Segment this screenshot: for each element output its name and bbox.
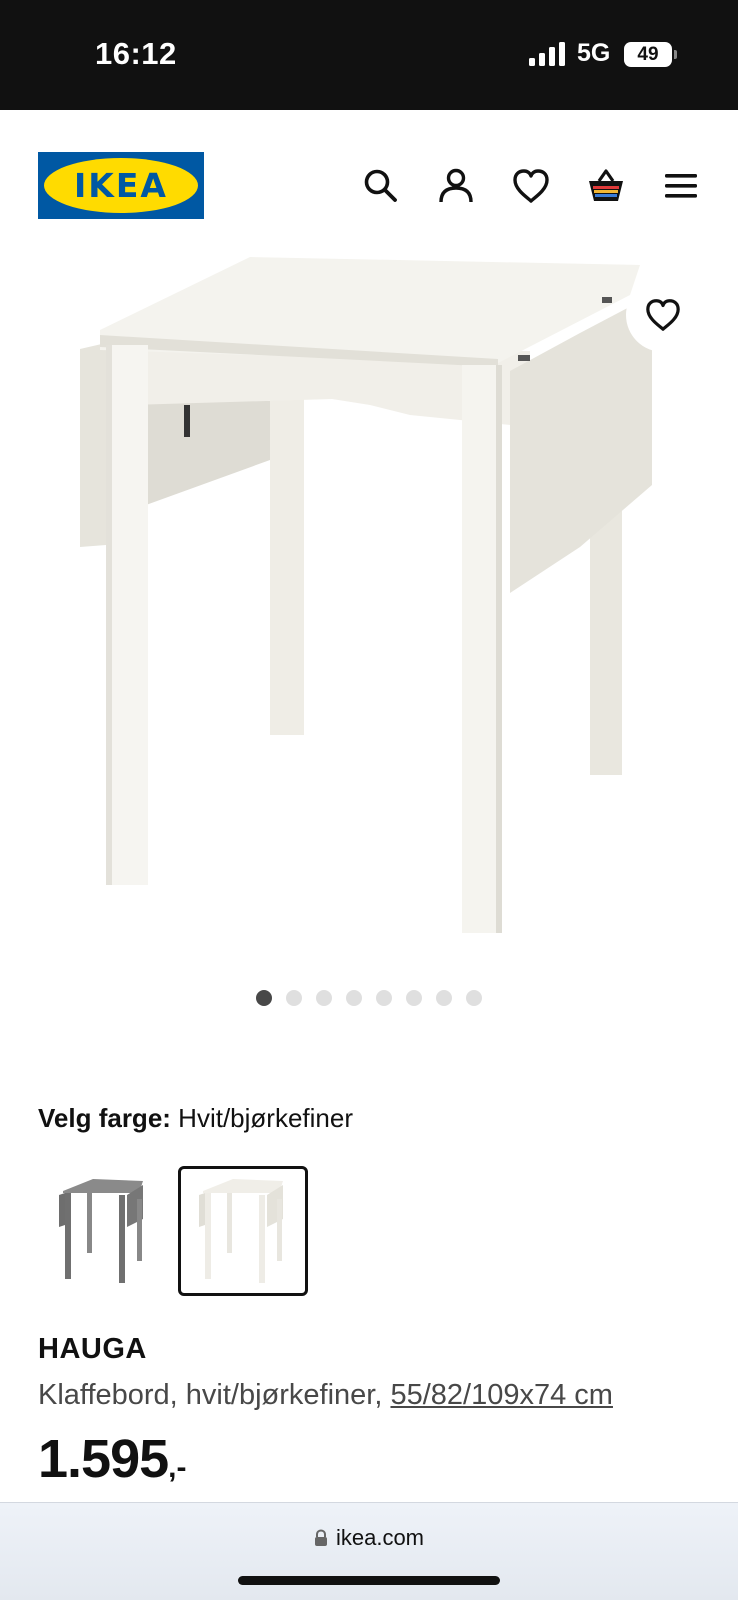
ikea-logo[interactable]: IKEA — [38, 152, 204, 219]
account-icon[interactable] — [437, 167, 475, 205]
pagination-dot[interactable] — [436, 990, 452, 1006]
heart-icon — [646, 299, 680, 331]
logo-text: IKEA — [74, 166, 168, 205]
home-indicator[interactable] — [238, 1576, 500, 1585]
color-option-white[interactable] — [178, 1166, 308, 1296]
url-text: ikea.com — [335, 1525, 425, 1550]
white-table-thumbnail — [199, 1179, 283, 1283]
network-type: 5G — [577, 39, 611, 67]
menu-icon[interactable] — [662, 167, 700, 205]
price-suffix: ,- — [168, 1451, 187, 1484]
add-to-favourites-button[interactable] — [626, 278, 700, 352]
battery-icon: 49 — [624, 42, 672, 67]
pagination-dot[interactable] — [376, 990, 392, 1006]
product-description: Klaffebord, hvit/bjørkefiner, 55/82/109x… — [38, 1379, 613, 1412]
grey-table-thumbnail — [59, 1179, 143, 1283]
search-icon[interactable] — [362, 167, 400, 205]
pagination-dot[interactable] — [406, 990, 422, 1006]
pagination-dot[interactable] — [316, 990, 332, 1006]
pagination-dot[interactable] — [346, 990, 362, 1006]
site-header: IKEA — [0, 110, 738, 255]
battery-cap — [674, 50, 677, 59]
browser-address-bar[interactable]: ikea.com — [0, 1502, 738, 1600]
pagination-dot[interactable] — [466, 990, 482, 1006]
color-selection-label: Velg farge: Hvit/bjørkefiner — [38, 1103, 353, 1134]
signal-icon — [529, 42, 565, 66]
pagination-dot[interactable] — [256, 990, 272, 1006]
price-value: 1.595 — [38, 1429, 169, 1489]
product-description-text: Klaffebord, hvit/bjørkefiner, — [38, 1379, 391, 1411]
basket-icon[interactable] — [587, 167, 625, 205]
product-image[interactable] — [70, 255, 670, 955]
product-price: 1.595,- — [38, 1428, 186, 1490]
gallery-pagination — [0, 990, 738, 1006]
lock-icon — [314, 1529, 327, 1546]
status-bar: 16:12 5G 49 — [0, 0, 738, 110]
color-selected-value: Hvit/bjørkefiner — [178, 1103, 353, 1133]
product-gallery[interactable] — [0, 255, 738, 1025]
product-dimensions-link[interactable]: 55/82/109x74 cm — [390, 1379, 612, 1411]
color-label-title: Velg farge: — [38, 1103, 171, 1133]
color-option-grey[interactable] — [38, 1166, 168, 1296]
url-display[interactable]: ikea.com — [0, 1525, 738, 1551]
status-time: 16:12 — [95, 36, 177, 71]
product-name: HAUGA — [38, 1333, 147, 1365]
pagination-dot[interactable] — [286, 990, 302, 1006]
favourites-icon[interactable] — [512, 167, 550, 205]
